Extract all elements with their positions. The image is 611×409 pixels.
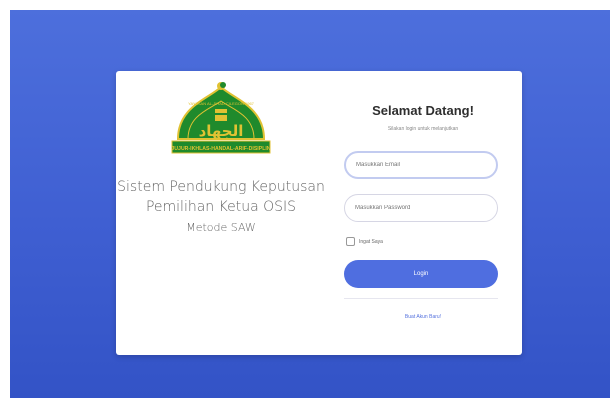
login-button[interactable]: Login xyxy=(344,260,498,288)
login-card: YAYASAN AL-JIHAD CILEGON 1967 الجهاد JUJ… xyxy=(116,71,522,355)
logo-arc-text: YAYASAN AL-JIHAD CILEGON 1967 xyxy=(188,101,255,106)
create-account-link[interactable]: Buat Akun Baru! xyxy=(344,314,502,320)
login-subtitle: Silakan login untuk melanjutkan xyxy=(387,126,459,132)
remember-checkbox[interactable] xyxy=(346,237,355,246)
login-form: Selamat Datang! Silakan login untuk mela… xyxy=(344,71,502,355)
logo-motto: JUJUR-IKHLAS-HANDAL-ARIF-DISIPLIN xyxy=(171,146,270,152)
divider xyxy=(344,298,498,299)
school-logo: YAYASAN AL-JIHAD CILEGON 1967 الجهاد JUJ… xyxy=(168,79,274,176)
branding-panel: YAYASAN AL-JIHAD CILEGON 1967 الجهاد JUJ… xyxy=(116,71,326,355)
password-field[interactable] xyxy=(344,194,498,222)
app-method-label: Metode SAW xyxy=(186,221,256,234)
remember-me[interactable]: Ingat Saya xyxy=(346,237,383,246)
remember-label: Ingat Saya xyxy=(359,238,383,245)
welcome-title: Selamat Datang! xyxy=(372,103,474,118)
email-field[interactable] xyxy=(344,151,498,179)
logo-arabic-text: الجهاد xyxy=(199,122,244,140)
app-title-line2: Pemilihan Ketua OSIS xyxy=(145,199,297,215)
app-title-line1: Sistem Pendukung Keputusan xyxy=(117,179,325,195)
